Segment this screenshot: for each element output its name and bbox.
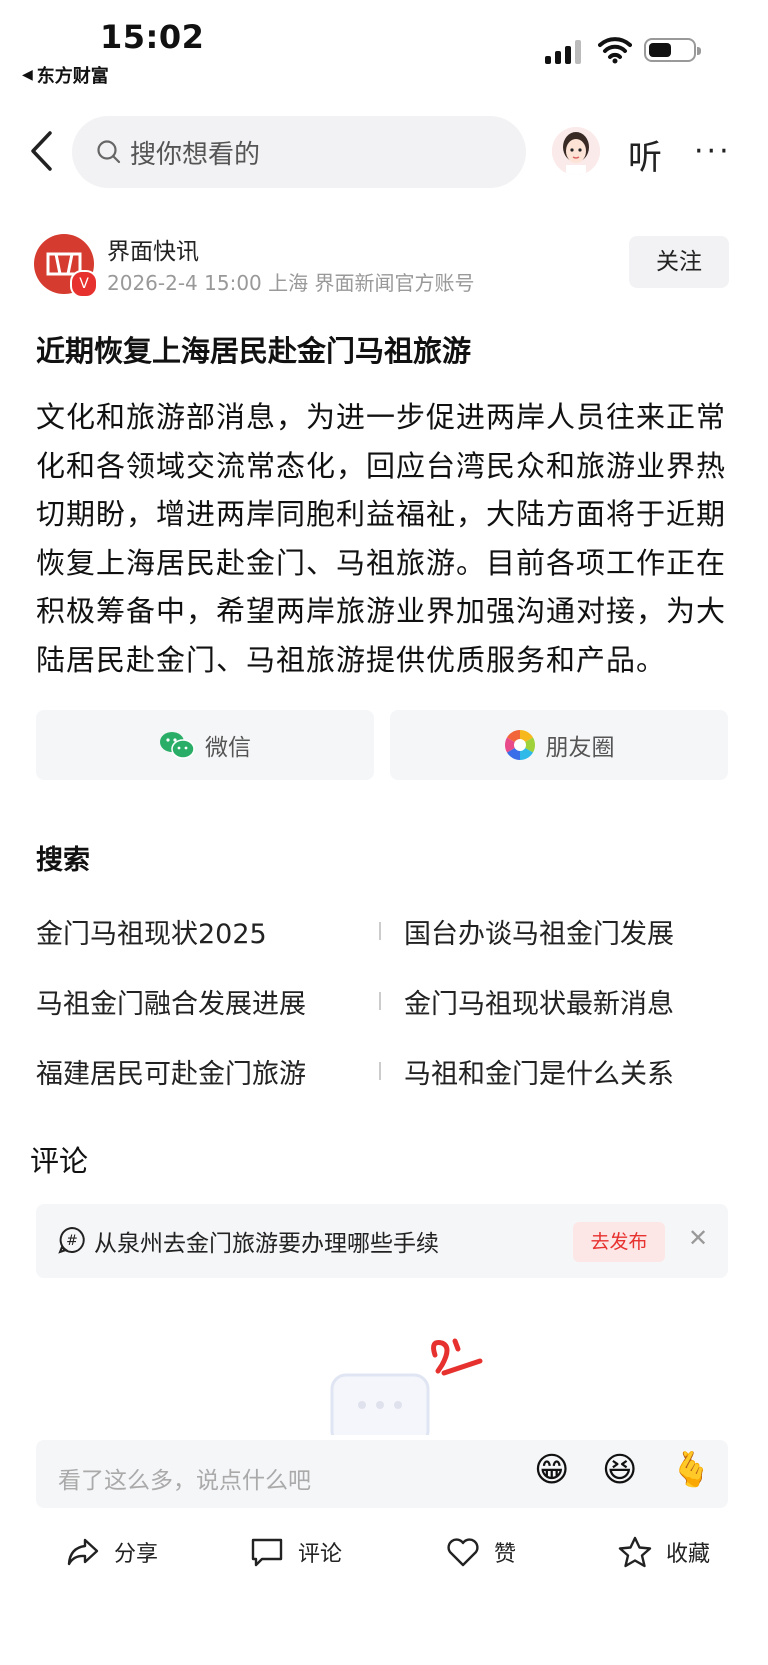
cellular-signal-icon: [545, 40, 581, 64]
share-arrow-icon: [67, 1538, 99, 1566]
grin-emoji-icon[interactable]: 😁: [534, 1450, 569, 1490]
like-label: 赞: [494, 1542, 517, 1567]
divider: [379, 922, 381, 940]
search-placeholder: 搜你想看的: [130, 139, 261, 170]
follow-button[interactable]: 关注: [629, 236, 729, 288]
search-suggestion[interactable]: 国台办谈马祖金门发展: [404, 912, 674, 951]
avatar-girl-icon: [552, 127, 600, 175]
comments-title: 评论: [30, 1144, 89, 1178]
back-app-label: 东方财富: [36, 66, 109, 87]
article-body: 文化和旅游部消息，为进一步促进两岸人员往来正常化和各领域交流常态化，回应台湾民众…: [36, 400, 727, 677]
search-bar[interactable]: 搜你想看的: [72, 116, 526, 188]
status-time: 15:02: [100, 18, 205, 56]
collect-label: 收藏: [666, 1542, 711, 1567]
publish-topic-button[interactable]: 去发布: [573, 1222, 665, 1262]
share-button[interactable]: 分享: [66, 1536, 158, 1568]
chevron-left-icon: [31, 131, 52, 171]
star-icon: [618, 1536, 652, 1568]
svg-text:#: #: [66, 1233, 78, 1249]
search-suggestion[interactable]: 金门马祖现状2025: [36, 912, 267, 951]
comment-bubble-icon: [251, 1538, 283, 1567]
share-label: 分享: [114, 1542, 159, 1567]
search-icon: [97, 140, 121, 164]
laugh-emoji-icon[interactable]: 😆: [602, 1450, 637, 1490]
back-button[interactable]: [28, 130, 54, 176]
comment-label: 评论: [298, 1542, 343, 1567]
divider: [379, 1062, 381, 1080]
wifi-icon: [598, 36, 632, 68]
search-suggestion[interactable]: 马祖和金门是什么关系: [404, 1052, 674, 1091]
search-suggestion[interactable]: 福建居民可赴金门旅游: [36, 1052, 306, 1091]
like-button[interactable]: 赞: [446, 1536, 516, 1568]
verified-badge: V: [70, 270, 98, 298]
battery-icon: [644, 38, 701, 62]
article-title: 近期恢复上海居民赴金门马祖旅游: [36, 334, 472, 368]
comment-topic-card[interactable]: # 从泉州去金门旅游要办理哪些手续 去发布 ✕: [36, 1204, 728, 1278]
close-icon[interactable]: ✕: [688, 1224, 708, 1252]
author-name[interactable]: 界面快讯: [107, 232, 199, 266]
heart-hands-emoji-icon[interactable]: 🫰: [670, 1450, 712, 1490]
comment-button[interactable]: 评论: [250, 1536, 342, 1568]
listen-button[interactable]: 听: [628, 130, 662, 179]
moments-label: 朋友圈: [545, 735, 615, 761]
empty-comments-illustration: [330, 1335, 490, 1447]
wechat-label: 微信: [205, 735, 251, 761]
moments-icon: [504, 730, 535, 760]
assistant-avatar[interactable]: [552, 127, 600, 175]
search-section-title: 搜索: [36, 845, 90, 876]
search-suggestion[interactable]: 金门马祖现状最新消息: [404, 982, 674, 1021]
search-suggestion[interactable]: 马祖金门融合发展进展: [36, 982, 306, 1021]
wechat-icon: [160, 732, 195, 759]
topic-text: 从泉州去金门旅游要办理哪些手续: [94, 1231, 439, 1257]
hashtag-bubble-icon: #: [58, 1226, 85, 1254]
comment-input[interactable]: 看了这么多，说点什么吧 😁 😆 🫰: [36, 1440, 728, 1508]
more-button[interactable]: ···: [694, 134, 732, 169]
comment-input-placeholder: 看了这么多，说点什么吧: [58, 1468, 311, 1494]
collect-button[interactable]: 收藏: [618, 1536, 710, 1568]
back-to-app-link[interactable]: ◀ 东方财富: [22, 62, 109, 88]
heart-icon: [447, 1538, 479, 1567]
author-meta: 2026-2-4 15:00 上海 界面新闻官方账号: [107, 271, 475, 295]
share-moments-button[interactable]: 朋友圈: [390, 710, 728, 780]
back-triangle-icon: ◀: [22, 67, 33, 83]
divider: [379, 992, 381, 1010]
share-wechat-button[interactable]: 微信: [36, 710, 374, 780]
